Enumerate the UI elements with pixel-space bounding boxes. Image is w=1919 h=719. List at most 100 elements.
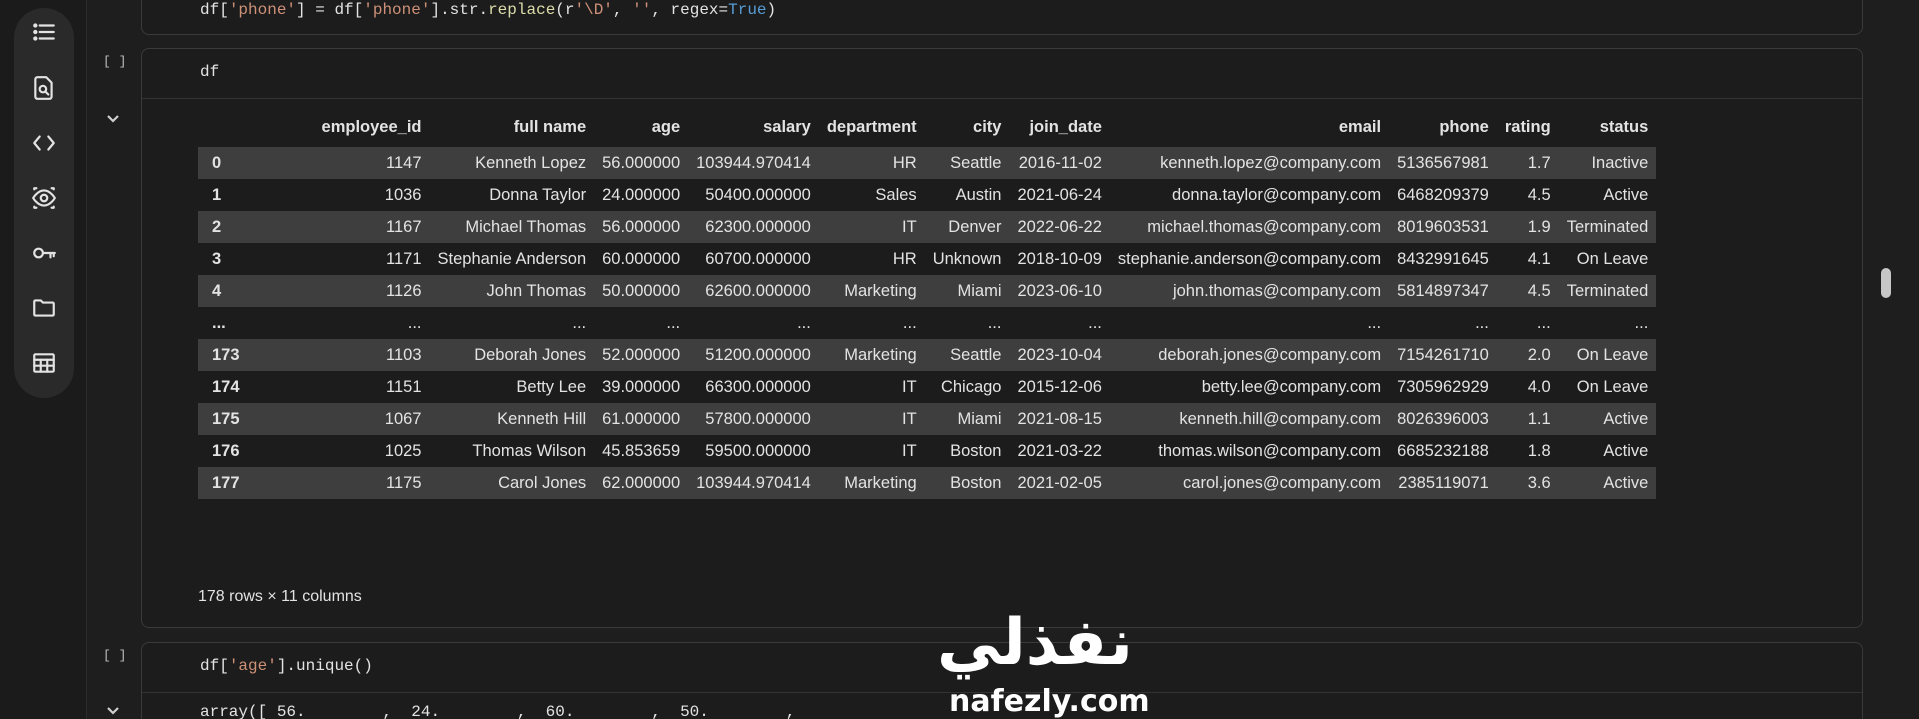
- table-cell: 1167: [386, 217, 422, 236]
- table-header-row: employee_id full name age salary departm…: [198, 107, 1656, 147]
- table-cell: Michael Thomas: [465, 217, 587, 236]
- table-cell: Terminated: [1566, 281, 1649, 300]
- table-cell: ...: [1536, 313, 1551, 332]
- column-header: join_date: [1029, 117, 1102, 136]
- table-cell: Miami: [957, 409, 1002, 428]
- table-cell: 1151: [386, 377, 422, 396]
- table-cell: 50.000000: [602, 281, 681, 300]
- left-rail: [0, 0, 86, 719]
- table-cell: thomas.wilson@company.com: [1158, 441, 1382, 460]
- table-cell: Active: [1603, 441, 1649, 460]
- table-cell: Donna Taylor: [489, 185, 587, 204]
- chevron-down-icon[interactable]: [105, 702, 121, 718]
- table-cell: ...: [902, 313, 917, 332]
- variables-eye-icon[interactable]: [28, 182, 60, 214]
- chevron-down-icon[interactable]: [105, 110, 121, 126]
- table-cell: 2385119071: [1398, 473, 1489, 492]
- table-cell: On Leave: [1576, 249, 1649, 268]
- table-cell: 2021-03-22: [1017, 441, 1102, 460]
- table-cell: 51200.000000: [705, 345, 811, 364]
- secrets-key-icon[interactable]: [28, 237, 60, 269]
- table-cell: 8019603531: [1397, 217, 1489, 236]
- table-cell: Active: [1603, 473, 1649, 492]
- row-index-cell: 174: [212, 377, 240, 396]
- table-cell: Active: [1603, 185, 1649, 204]
- table-cell: 61.000000: [602, 409, 681, 428]
- table-row: 4 1126 John Thomas 50.000000 62600.000000 Mar…: [198, 275, 1657, 307]
- cell-code-df[interactable]: df: [200, 63, 219, 81]
- table-cell: 8026396003: [1397, 409, 1489, 428]
- table-cell: Marketing: [844, 281, 917, 300]
- table-cell: Terminated: [1566, 217, 1649, 236]
- table-row: 1 1036 Donna Taylor 24.000000 50400.000000 Sa…: [198, 179, 1657, 211]
- run-cell-button[interactable]: [ ]: [103, 648, 126, 663]
- table-cell: 66300.000000: [705, 377, 811, 396]
- column-header: email: [1338, 117, 1382, 136]
- table-row: 3 1171 Stephanie Anderson 60.000000 60700.00…: [198, 243, 1657, 275]
- table-cell: 1036: [384, 185, 422, 204]
- table-cell: 2016-11-02: [1018, 153, 1102, 172]
- row-index-cell: 1: [212, 185, 222, 204]
- table-cell: 4.0: [1527, 377, 1551, 396]
- table-cell: 2021-02-05: [1017, 473, 1102, 492]
- table-cell: betty.lee@company.com: [1201, 377, 1382, 396]
- table-cell: 1126: [386, 281, 422, 300]
- table-cell: ...: [987, 313, 1002, 332]
- table-cell: 45.853659: [602, 441, 681, 460]
- watermark-latin: nafezly.com: [949, 684, 1150, 719]
- table-cell: Boston: [950, 441, 1002, 460]
- table-cell: 62600.000000: [705, 281, 811, 300]
- cell-editor[interactable]: df: [142, 49, 1862, 99]
- code-cell-phone-clean[interactable]: df['phone'] = df['phone'].str.replace(r'…: [141, 0, 1863, 35]
- column-header: rating: [1504, 117, 1551, 136]
- table-cell: Sales: [875, 185, 917, 204]
- table-row: 175 1067 Kenneth Hill 61.000000 57800.000000…: [198, 403, 1657, 435]
- vertical-scrollbar-thumb[interactable]: [1881, 268, 1891, 298]
- table-cell: carol.jones@company.com: [1183, 473, 1382, 492]
- table-cell: 7305962929: [1397, 377, 1489, 396]
- table-cell: 2015-12-06: [1017, 377, 1102, 396]
- find-in-document-icon[interactable]: [28, 72, 60, 104]
- column-header: age: [651, 117, 681, 136]
- table-cell: 1.9: [1527, 217, 1551, 236]
- table-cell: ...: [666, 313, 681, 332]
- table-cell: 5814897347: [1397, 281, 1489, 300]
- row-index-cell: 175: [212, 409, 240, 428]
- table-cell: Betty Lee: [516, 377, 587, 396]
- cell-code-phone-clean[interactable]: df['phone'] = df['phone'].str.replace(r'…: [200, 1, 776, 19]
- column-header: status: [1599, 117, 1649, 136]
- table-cell: ...: [1634, 313, 1649, 332]
- row-index-cell: 173: [212, 345, 240, 364]
- row-index-cell: 4: [212, 281, 222, 300]
- table-cell: 103944.970414: [696, 473, 811, 492]
- table-cell: Stephanie Anderson: [437, 249, 587, 268]
- table-cell: stephanie.anderson@company.com: [1117, 249, 1382, 268]
- table-cell: john.thomas@company.com: [1172, 281, 1382, 300]
- table-cell: 2018-10-09: [1017, 249, 1102, 268]
- cell-code-age-unique[interactable]: df['age'].unique(): [200, 657, 373, 675]
- table-cell: kenneth.hill@company.com: [1179, 409, 1382, 428]
- table-cell: michael.thomas@company.com: [1147, 217, 1382, 236]
- table-of-contents-icon[interactable]: [28, 16, 60, 48]
- table-row: 2 1167 Michael Thomas 56.000000 62300.000000…: [198, 211, 1657, 243]
- table-row: 0 1147 Kenneth Lopez 56.000000 103944.970414…: [198, 147, 1657, 179]
- table-cell: 60.000000: [602, 249, 681, 268]
- table-cell: Marketing: [844, 473, 917, 492]
- table-cell: 1.1: [1527, 409, 1551, 428]
- table-cell: On Leave: [1576, 345, 1649, 364]
- code-snippets-icon[interactable]: [28, 127, 60, 159]
- files-folder-icon[interactable]: [28, 292, 60, 324]
- column-header: full name: [513, 117, 587, 136]
- table-cell: 2022-06-22: [1017, 217, 1102, 236]
- table-cell: 62300.000000: [705, 217, 811, 236]
- row-index-cell: 177: [212, 473, 240, 492]
- table-cell: John Thomas: [486, 281, 587, 300]
- table-cell: 1147: [386, 153, 422, 172]
- notebook-area: df['phone'] = df['phone'].str.replace(r'…: [86, 0, 1919, 719]
- table-cell: 24.000000: [602, 185, 681, 204]
- table-cell: 52.000000: [602, 345, 681, 364]
- column-header: city: [973, 117, 1002, 136]
- table-cell: Boston: [950, 473, 1002, 492]
- data-table-icon[interactable]: [28, 347, 60, 379]
- run-cell-button[interactable]: [ ]: [103, 54, 126, 69]
